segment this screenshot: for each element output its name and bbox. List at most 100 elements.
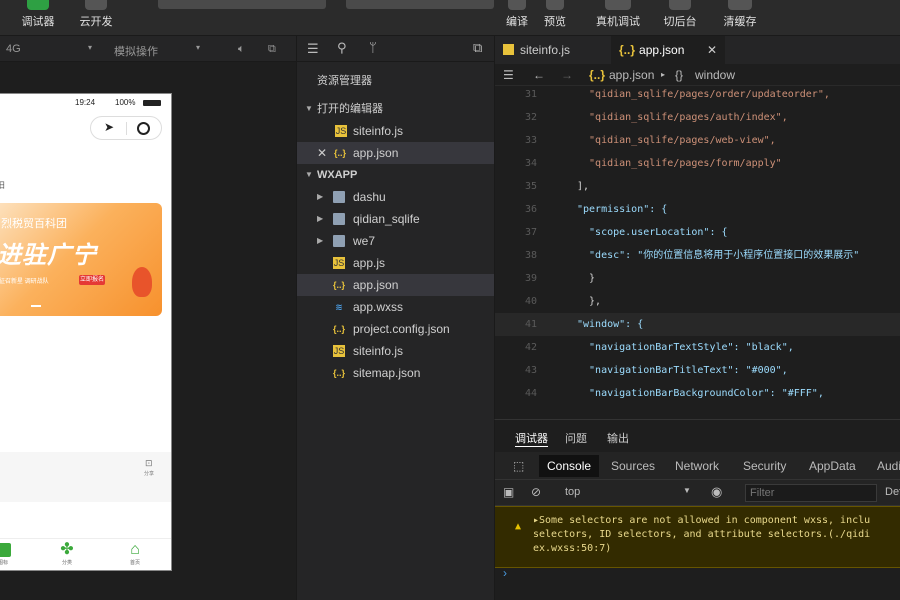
network-select[interactable]: 4G (6, 43, 21, 55)
git-branch-icon[interactable]: ᛘ (369, 40, 377, 55)
chevron-right-icon: ▶ (317, 236, 324, 245)
files-icon[interactable]: ☰ (307, 41, 319, 57)
tab-home[interactable]: ⌂ 首页 (125, 542, 145, 567)
tab-output[interactable]: 输出 (607, 430, 629, 446)
grid-icon (0, 543, 11, 557)
tab-network[interactable]: Network (675, 459, 719, 473)
line-number: 40 (524, 296, 537, 307)
chevron-down-icon: ▼ (305, 170, 313, 179)
top-toolbar: 调试器 云开发 编译 预览 真机调试 切后台 清缓存 (0, 0, 900, 36)
warning-icon: ▲ (515, 521, 522, 532)
open-editor-item[interactable]: JS siteinfo.js (297, 120, 495, 142)
folder-icon (333, 191, 345, 203)
background-button[interactable]: 切后台 (658, 0, 702, 29)
line-number: 35 (524, 181, 537, 192)
tab-debugger[interactable]: 调试器 (515, 430, 548, 447)
mode-select[interactable] (158, 0, 326, 9)
close-icon[interactable]: ✕ (707, 36, 717, 64)
switch-background-icon (669, 0, 691, 10)
explorer-title: 资源管理器 (317, 75, 372, 87)
wxss-file-icon: ≋ (335, 302, 343, 312)
open-editor-name: app.json (353, 146, 399, 160)
compile-button[interactable]: 编译 (500, 0, 534, 29)
levels-select[interactable]: Def (885, 486, 900, 498)
tab-security[interactable]: Security (743, 459, 786, 473)
editor-tab[interactable]: siteinfo.js (495, 36, 607, 64)
cloud-label: 云开发 (79, 16, 113, 28)
volume-icon[interactable]: 🔈︎ (238, 43, 245, 56)
location-arrow-icon[interactable]: ➤ (104, 120, 114, 134)
open-editor-item-active[interactable]: ✕ {..} app.json (297, 142, 495, 164)
editor-tab-active[interactable]: {..} app.json ✕ (611, 36, 725, 64)
tab-label: 分类 (61, 560, 72, 566)
network-dropdown-icon[interactable]: ▾ (88, 43, 92, 52)
line-text: "qidian_sqlife/pages/auth/index", (577, 112, 788, 123)
sidebar-toggle-icon[interactable]: ▣ (503, 485, 514, 499)
close-target-icon[interactable] (137, 122, 150, 135)
menu-capsule[interactable]: ➤ (90, 116, 162, 140)
chevron-right-icon: ▶ (317, 214, 324, 223)
tab-category[interactable]: ✤ 分类 (57, 542, 77, 567)
tree-item-folder[interactable]: ▶ qidian_sqlife (297, 208, 495, 230)
code-line: 38 "desc": "你的位置信息将用于小程序位置接口的效果展示" (495, 244, 900, 267)
debugger-button[interactable]: 调试器 (18, 0, 58, 29)
open-editors-section[interactable]: ▼ 打开的编辑器 (297, 98, 495, 120)
json-file-icon: {..} (332, 368, 345, 378)
preview-button[interactable]: 预览 (538, 0, 572, 29)
content-area: ⊡ 分享 (0, 452, 171, 502)
code-line: 31 "qidian_sqlife/pages/order/updateorde… (495, 83, 900, 106)
share-icon[interactable]: ⊡ (145, 458, 153, 469)
banner-line3: 征召新星 调研战队 (0, 279, 49, 285)
clear-cache-button[interactable]: 清缓存 (716, 0, 764, 29)
tree-item-file[interactable]: {..} sitemap.json (297, 362, 495, 384)
clear-console-icon[interactable]: ⊘ (531, 485, 541, 499)
compile-mode-select[interactable] (346, 0, 494, 9)
js-file-icon: JS (335, 125, 347, 137)
warning-line[interactable]: ex.wxss:50:7) (533, 543, 611, 554)
tab-problems[interactable]: 问题 (565, 430, 587, 446)
inspect-element-icon[interactable]: ⬚ (513, 459, 524, 473)
tab-label: 首页 (129, 560, 140, 566)
line-text: "navigationBarTextStyle": "black", (577, 342, 794, 353)
cloud-dev-button[interactable]: 云开发 (76, 0, 116, 29)
tab-label: 图标 (0, 560, 8, 566)
search-icon[interactable]: ⚲ (337, 40, 347, 56)
simulate-dropdown-icon[interactable]: ▾ (196, 43, 200, 52)
console-prompt[interactable]: › (503, 566, 507, 580)
line-text: "permission": { (577, 204, 668, 215)
promo-banner[interactable]: 烈税贸百科团 进驻广宁 征召新星 调研战队 立即报名 (0, 203, 162, 316)
project-section[interactable]: ▼ WXAPP (297, 164, 495, 186)
tree-item-file-selected[interactable]: {..} app.json (297, 274, 495, 296)
status-time: 19:24 (75, 98, 96, 107)
tree-item-file[interactable]: JS siteinfo.js (297, 340, 495, 362)
tree-item-file[interactable]: JS app.js (297, 252, 495, 274)
remote-debug-button[interactable]: 真机调试 (590, 0, 646, 29)
tree-item-folder[interactable]: ▶ we7 (297, 230, 495, 252)
line-number: 44 (524, 388, 537, 399)
close-icon[interactable]: ✕ (317, 142, 327, 164)
context-select[interactable]: top (565, 486, 580, 498)
js-file-icon: JS (333, 345, 345, 357)
tab-appdata[interactable]: AppData (809, 459, 856, 473)
filter-input[interactable] (745, 484, 877, 502)
banner-signup-chip[interactable]: 立即报名 (79, 275, 105, 285)
line-text: "navigationBarTitleText": "#000", (577, 365, 788, 376)
split-editor-icon[interactable]: ⧉ (473, 40, 482, 56)
tree-item-folder[interactable]: ▶ dashu (297, 186, 495, 208)
tree-item-file[interactable]: {..} project.config.json (297, 318, 495, 340)
tab-audits[interactable]: Audi (877, 459, 900, 473)
chevron-down-icon[interactable]: ▼ (683, 486, 691, 495)
line-number: 39 (524, 273, 537, 284)
warning-line: ▸Some selectors are not allowed in compo… (533, 515, 871, 526)
tab-icons[interactable]: 图标 (0, 543, 13, 566)
tree-item-file[interactable]: ≋ app.wxss (297, 296, 495, 318)
clear-cache-icon (728, 0, 752, 10)
eye-icon[interactable]: ◉ (711, 484, 722, 500)
share-label: 分享 (144, 471, 155, 477)
window-mode-icon[interactable]: ⧉ (268, 43, 276, 56)
tab-sources[interactable]: Sources (611, 459, 655, 473)
line-number: 32 (524, 112, 537, 123)
tab-console[interactable]: Console (539, 455, 600, 477)
remote-debug-label: 真机调试 (596, 16, 640, 28)
simulate-op-select[interactable]: 模拟操作 (114, 43, 158, 59)
